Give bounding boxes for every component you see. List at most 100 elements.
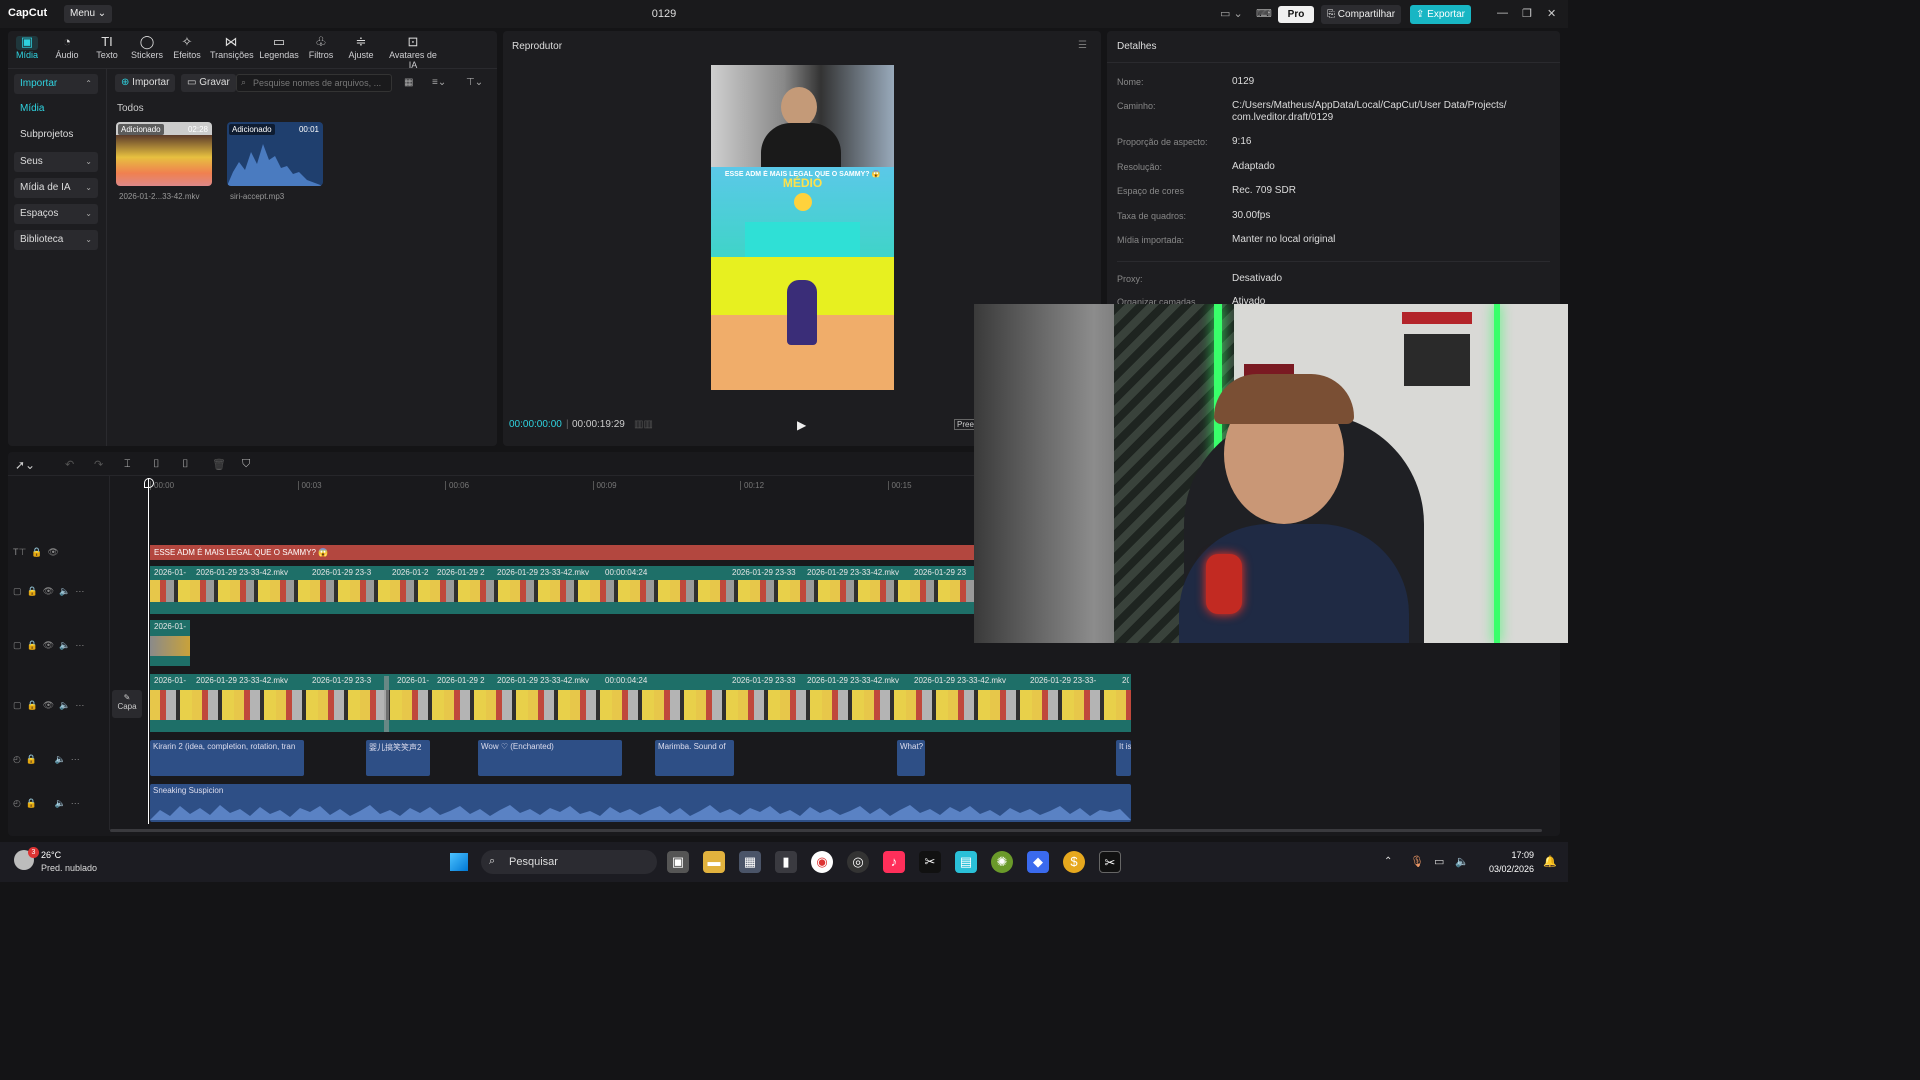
network-icon[interactable]: ▭	[1434, 855, 1444, 868]
sidebar-importar[interactable]: Importar ⌃	[14, 74, 98, 94]
audio-clip[interactable]: It is	[1116, 740, 1131, 776]
import-button[interactable]: ⊕ Importar	[115, 74, 176, 92]
text-clip[interactable]: ESSE ADM É MAIS LEGAL QUE O SAMMY? 😱	[150, 545, 974, 560]
detail-value: Adaptado	[1232, 161, 1275, 172]
task-view-icon[interactable]: ▣	[667, 851, 689, 873]
tab-captions[interactable]: ▭ Legendas	[258, 34, 300, 60]
volume-icon[interactable]: 🔈	[1455, 855, 1469, 868]
media-name: siri-accept.mp3	[230, 192, 285, 201]
tab-filter[interactable]: ♧ Filtros	[300, 34, 342, 60]
taskbar-search[interactable]: Pesquisar	[481, 850, 657, 874]
audio-clip[interactable]: What?	[897, 740, 925, 776]
play-icon[interactable]: ▶	[797, 418, 806, 432]
audio-icon: ◔	[63, 34, 71, 49]
grid-view-icon[interactable]: ▦	[404, 77, 413, 88]
capcut-active-icon[interactable]: ✂	[1099, 851, 1121, 873]
app-icon[interactable]: ▮	[775, 851, 797, 873]
tab-adjust[interactable]: ≑ Ajuste	[340, 34, 382, 60]
weather-temp: 26°C	[41, 850, 62, 860]
playhead[interactable]	[148, 478, 149, 824]
captions-icon: ▭	[272, 34, 286, 49]
roblox-studio-icon[interactable]: ◆	[1027, 851, 1049, 873]
search-input[interactable]: Pesquise nomes de arquivos, ...	[236, 74, 392, 92]
tab-sticker[interactable]: ◯ Stickers	[126, 34, 168, 60]
filter-icon[interactable]: ⊤⌄	[466, 77, 483, 88]
player-menu-icon[interactable]: ☰	[1078, 40, 1087, 51]
sidebar-item-midia[interactable]: Mídia	[14, 99, 98, 119]
transition-marker[interactable]	[384, 676, 389, 732]
clip-label: 2026-01-29 23-3	[312, 568, 372, 577]
split-icon[interactable]: ⌶	[124, 458, 131, 471]
split-right-icon[interactable]: ⌷	[182, 458, 189, 471]
calculator-icon[interactable]: ▦	[739, 851, 761, 873]
microphone	[1206, 554, 1242, 614]
added-badge: Adicionado	[229, 124, 275, 135]
sidebar-group-espacos[interactable]: Espaços ⌄	[14, 204, 98, 224]
sort-icon[interactable]: ≡⌄	[432, 77, 446, 88]
chevron-up-icon[interactable]: ⌃	[1384, 856, 1392, 867]
cover-button[interactable]: ✎ Capa	[112, 690, 142, 718]
clip-label: 2026-01-	[397, 676, 430, 685]
mic-icon[interactable]: 🎙	[1410, 855, 1424, 868]
clock-time[interactable]: 17:09	[1474, 850, 1534, 860]
timecode-icon[interactable]: ▥▥	[634, 419, 653, 430]
export-button[interactable]: ⇪ Exportar	[1410, 5, 1471, 24]
tab-label: Stickers	[130, 50, 163, 60]
sidebar-item-subprojetos[interactable]: Subprojetos	[14, 125, 98, 145]
share-button[interactable]: ⎘ Compartilhar	[1321, 5, 1402, 24]
notification-icon[interactable]: 🔔	[1543, 855, 1557, 868]
restore-icon[interactable]: ❐	[1522, 7, 1532, 20]
delete-icon[interactable]: 🗑	[212, 458, 226, 471]
redo-icon[interactable]: ↷	[94, 458, 103, 471]
clock-date[interactable]: 03/02/2026	[1474, 864, 1534, 874]
audio-clip[interactable]: 婴儿搞笑笑声2	[366, 740, 430, 776]
detail-value: 30.00fps	[1232, 210, 1271, 221]
start-icon[interactable]	[450, 853, 468, 871]
detail-label: Taxa de quadros:	[1117, 211, 1187, 221]
tab-text[interactable]: TI Texto	[86, 34, 128, 60]
close-icon[interactable]: ✕	[1547, 7, 1556, 20]
sidebar-group-midia-ia[interactable]: Mídia de IA ⌄	[14, 178, 98, 198]
undo-icon[interactable]: ↶	[65, 458, 74, 471]
media-item-audio[interactable]: Adicionado 00:01	[227, 122, 323, 186]
file-explorer-icon[interactable]: ▬	[703, 851, 725, 873]
text-icon: TI	[101, 34, 113, 49]
clip-label: 2026-01-	[154, 676, 187, 685]
playhead-handle[interactable]	[144, 478, 154, 488]
ruler-tick	[297, 481, 299, 490]
timeline-scrollbar[interactable]	[110, 829, 1542, 832]
tab-audio[interactable]: ◔ Áudio	[46, 34, 88, 60]
layout-icon[interactable]: ▭ ⌄	[1220, 7, 1243, 20]
clip-label: 2026-01-29 23-33-42.mkv	[497, 568, 590, 577]
app-icon[interactable]: ✺	[991, 851, 1013, 873]
chrome-icon[interactable]: ◉	[811, 851, 833, 873]
game-platform	[745, 222, 860, 257]
split-left-icon[interactable]: ⌷	[153, 458, 160, 471]
media-item-video[interactable]: Adicionado 02:28	[116, 122, 212, 186]
sticker-icon: ◯	[139, 34, 155, 49]
coin-icon[interactable]: $	[1063, 851, 1085, 873]
audio-clip[interactable]: Marimba. Sound of	[655, 740, 734, 776]
audio-clip[interactable]: Kirarin 2 (idea, completion, rotation, t…	[150, 740, 304, 776]
capcut-icon[interactable]: ✂	[919, 851, 941, 873]
select-tool-icon[interactable]: ➚⌄	[15, 458, 35, 472]
pro-badge[interactable]: Pro	[1278, 6, 1314, 23]
audio-clip[interactable]: Wow ♡ (Enchanted)	[478, 740, 622, 776]
tab-avatar[interactable]: ⊡ Avatares de IA	[384, 34, 442, 70]
ruler-tick	[740, 481, 741, 490]
shield-icon[interactable]: ⛉	[242, 458, 250, 471]
current-time: 00:00:00:00	[509, 419, 562, 430]
tab-transition[interactable]: ⋈ Transições	[210, 34, 254, 60]
tiktok-icon[interactable]: ♪	[883, 851, 905, 873]
preview-level: MÉDIO	[782, 176, 823, 190]
minimize-icon[interactable]: —	[1497, 7, 1508, 19]
shortcut-icon[interactable]: ⌨	[1256, 7, 1272, 20]
tab-effects[interactable]: ✧ Efeitos	[166, 34, 208, 60]
obs-icon[interactable]: ◎	[847, 851, 869, 873]
record-button[interactable]: ▭ Gravar	[181, 74, 236, 92]
sidebar-group-biblioteca[interactable]: Biblioteca ⌄	[14, 230, 98, 250]
webcam-preview	[711, 65, 894, 167]
sidebar-group-seus[interactable]: Seus ⌄	[14, 152, 98, 172]
ruler-tick-label: 00:06	[449, 481, 470, 490]
notepad-icon[interactable]: ▤	[955, 851, 977, 873]
